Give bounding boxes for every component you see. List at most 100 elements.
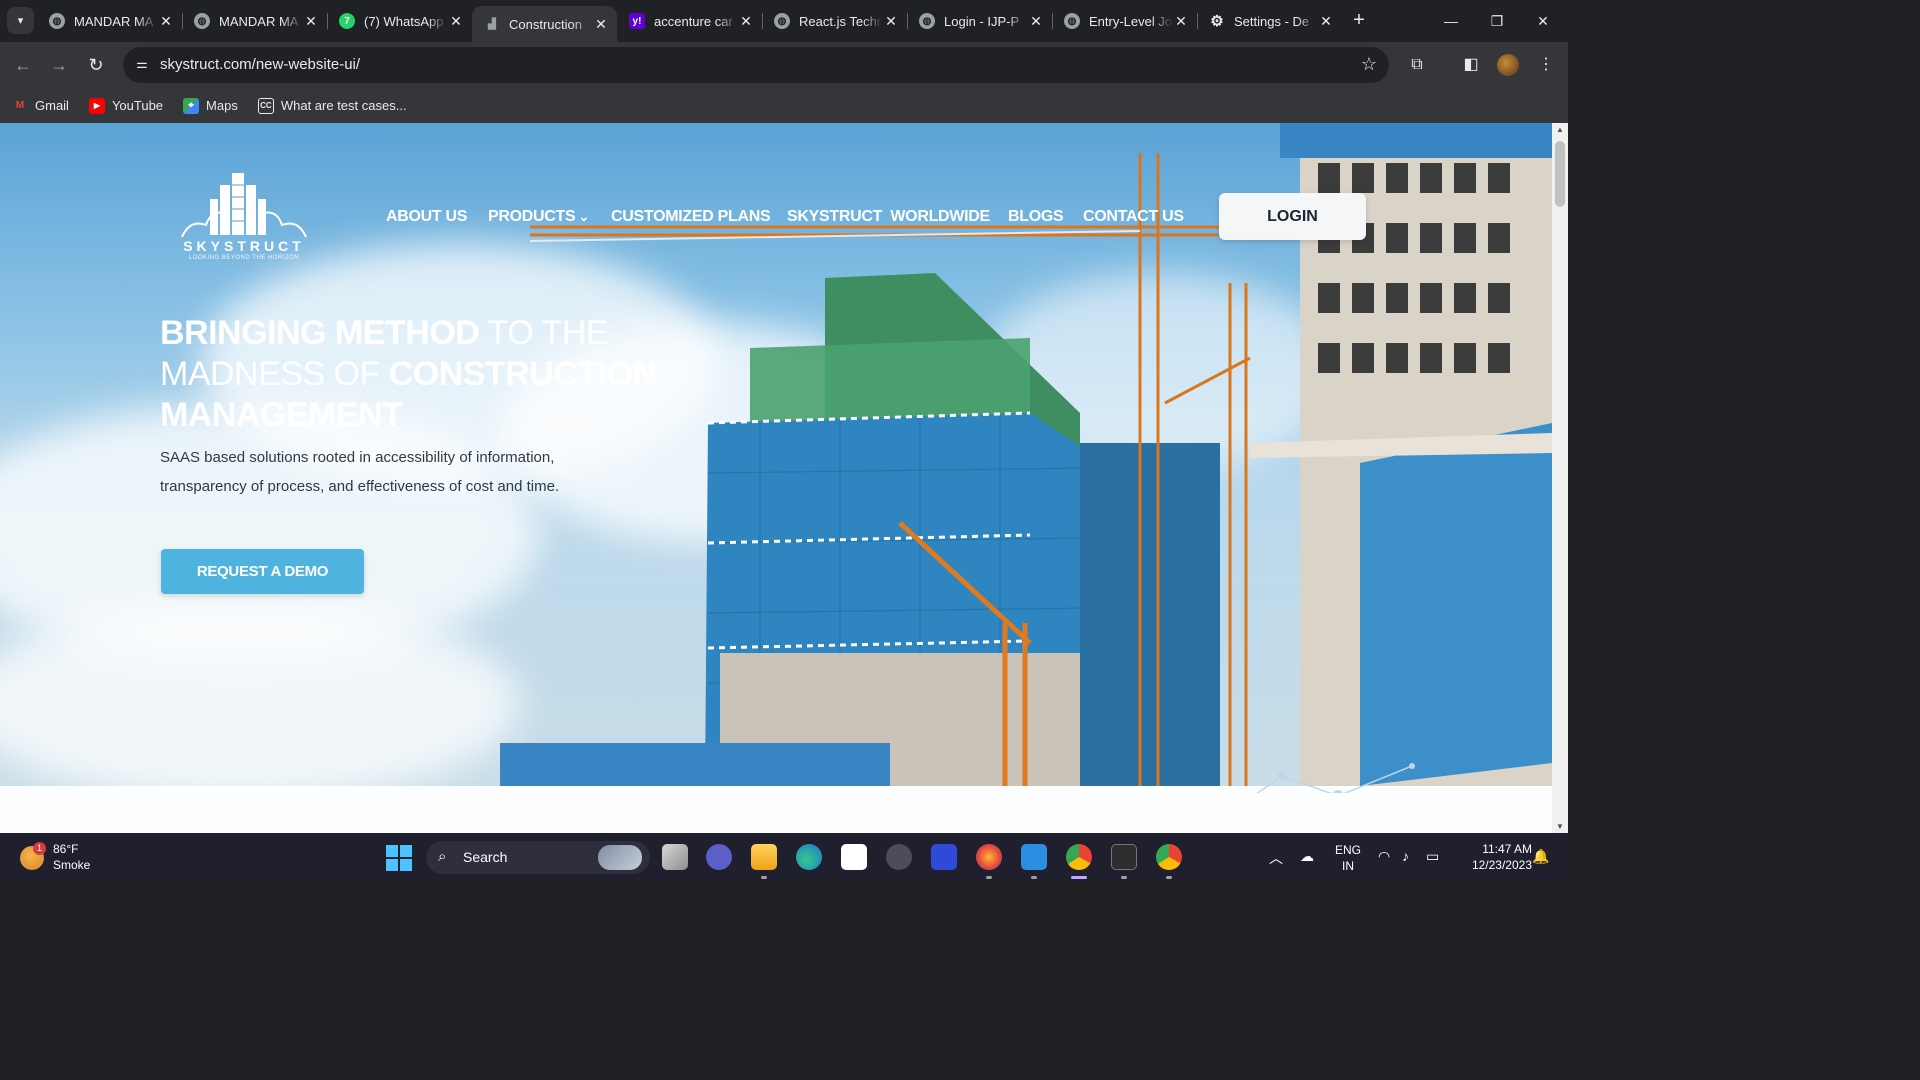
search-label: Search — [463, 849, 508, 865]
side-panel-icon[interactable]: ◧ — [1458, 52, 1484, 78]
active-indicator — [1071, 876, 1087, 879]
browser-tab[interactable]: ◍ React.js Techr ✕ — [762, 6, 907, 36]
whatsapp-icon: 7 — [339, 13, 355, 29]
restore-button[interactable]: ❐ — [1474, 6, 1520, 36]
close-icon[interactable]: ✕ — [448, 13, 464, 30]
notification-bell-icon[interactable]: 🔔 — [1532, 848, 1549, 865]
blue-net-facade — [1360, 423, 1552, 786]
chevron-down-icon: ⌄ — [578, 209, 589, 224]
bookmark-maps[interactable]: ⌖ Maps — [183, 97, 238, 114]
tab-search-button[interactable]: ▾ — [7, 7, 34, 34]
vscode-icon[interactable] — [1021, 844, 1047, 870]
chrome-icon[interactable] — [1066, 844, 1092, 870]
close-icon[interactable]: ✕ — [1318, 13, 1334, 30]
taskbar-search[interactable]: ⌕ Search — [426, 841, 650, 874]
new-tab-button[interactable]: + — [1348, 9, 1370, 31]
close-icon[interactable]: ✕ — [158, 13, 174, 30]
chevron-up-icon[interactable]: ︿ — [1269, 848, 1283, 868]
globe-icon: ◍ — [774, 13, 790, 29]
running-indicator — [1121, 876, 1127, 879]
scroll-up-arrow-icon[interactable]: ▲ — [1552, 125, 1568, 134]
teams-chat-icon[interactable] — [706, 844, 732, 870]
browser-tab[interactable]: ⚙ Settings - De ✕ — [1197, 6, 1342, 36]
bookmark-gmail[interactable]: M Gmail — [12, 98, 69, 114]
browser-tab[interactable]: ◍ MANDAR MA ✕ — [37, 6, 182, 36]
battery-icon[interactable]: ▭ — [1426, 848, 1439, 865]
app-icon[interactable] — [931, 844, 957, 870]
green-scaffold-building — [750, 338, 1030, 423]
scroll-thumb[interactable] — [1555, 141, 1565, 207]
next-section — [0, 763, 1552, 833]
extensions-icon[interactable]: ⧉ — [1404, 52, 1430, 78]
minimize-button[interactable]: — — [1428, 6, 1474, 36]
browser-tab-active[interactable]: ▟ Construction ✕ — [472, 6, 617, 42]
bookmark-youtube[interactable]: ▶ YouTube — [88, 97, 163, 114]
nav-contact-us[interactable]: CONTACT US — [1083, 208, 1184, 226]
edge-icon[interactable] — [796, 844, 822, 870]
site-info-icon[interactable]: ⚌ — [133, 56, 151, 74]
weather-badge: 1 — [33, 842, 46, 855]
back-button[interactable]: ← — [9, 51, 37, 79]
login-button[interactable]: LOGIN — [1219, 193, 1366, 240]
nav-about-us[interactable]: ABOUT US — [386, 208, 467, 226]
address-bar[interactable]: ⚌ skystruct.com/new-website-ui/ ☆ — [123, 47, 1389, 83]
close-icon[interactable]: ✕ — [303, 13, 319, 30]
clock-time[interactable]: 11:47 AM — [1452, 842, 1532, 856]
close-icon[interactable]: ✕ — [593, 16, 609, 33]
globe-icon: ◍ — [1064, 13, 1080, 29]
language-indicator[interactable]: ENG — [1333, 843, 1363, 857]
scroll-down-arrow-icon[interactable]: ▼ — [1552, 822, 1568, 831]
nav-skystruct-worldwide[interactable]: SKYSTRUCT WORLDWIDE — [787, 208, 990, 226]
windows-taskbar: 1 86°F Smoke ⌕ Search ︿ ☁ ENG IN ◠ ♪ ▭ 1… — [0, 833, 1568, 882]
browser-toolbar: ← → ↻ ⚌ skystruct.com/new-website-ui/ ☆ … — [0, 42, 1568, 88]
close-icon[interactable]: ✕ — [1028, 13, 1044, 30]
nav-blogs[interactable]: BLOGS — [1008, 208, 1064, 226]
bookmark-label: Gmail — [35, 98, 69, 113]
maps-icon: ⌖ — [183, 97, 200, 114]
language-region[interactable]: IN — [1333, 859, 1363, 873]
firefox-icon[interactable] — [976, 844, 1002, 870]
tab-title: (7) WhatsApp — [364, 13, 444, 29]
windows-start-icon[interactable] — [386, 845, 412, 871]
close-icon[interactable]: ✕ — [738, 13, 754, 30]
browser-tab[interactable]: ◍ Entry-Level Jo ✕ — [1052, 6, 1197, 36]
onedrive-icon[interactable]: ☁ — [1300, 848, 1314, 865]
page-viewport: SKYSTRUCT LOOKING BEYOND THE HORIZON ABO… — [0, 123, 1552, 833]
microsoft-store-icon[interactable] — [841, 844, 867, 870]
terminal-icon[interactable] — [1111, 844, 1137, 870]
reload-button[interactable]: ↻ — [82, 51, 110, 79]
page-scrollbar[interactable]: ▲ ▼ — [1552, 123, 1568, 833]
nav-products[interactable]: PRODUCTS ⌄ — [488, 208, 589, 226]
close-icon[interactable]: ✕ — [883, 13, 899, 30]
menu-icon[interactable]: ⋮ — [1533, 52, 1559, 78]
search-highlight-image — [598, 845, 642, 870]
volume-icon[interactable]: ♪ — [1402, 848, 1409, 864]
file-explorer-icon[interactable] — [751, 844, 777, 870]
browser-tab[interactable]: ◍ MANDAR MA ✕ — [182, 6, 327, 36]
blue-net-building — [1080, 443, 1220, 786]
tab-title: accenture car — [654, 13, 733, 29]
bookmark-star-icon[interactable]: ☆ — [1361, 54, 1377, 75]
wifi-icon[interactable]: ◠ — [1378, 848, 1390, 865]
browser-tab[interactable]: ◍ Login - IJP-P ✕ — [907, 6, 1052, 36]
headline-bold-1: BRINGING METHOD — [160, 314, 480, 352]
profile-avatar[interactable] — [1497, 54, 1519, 76]
nav-products-label: PRODUCTS — [488, 208, 576, 225]
cc-icon: CC — [257, 97, 274, 114]
forward-button[interactable]: → — [45, 51, 73, 79]
browser-tab[interactable]: y! accenture car ✕ — [617, 6, 762, 36]
task-view-icon[interactable] — [662, 844, 688, 870]
weather-description[interactable]: Smoke — [53, 858, 90, 872]
request-demo-button[interactable]: REQUEST A DEMO — [161, 549, 364, 594]
nav-customized-plans[interactable]: CUSTOMIZED PLANS — [611, 208, 771, 226]
chrome-profile-icon[interactable] — [1156, 844, 1182, 870]
close-icon[interactable]: ✕ — [1173, 13, 1189, 30]
running-indicator — [986, 876, 992, 879]
weather-temperature[interactable]: 86°F — [53, 842, 78, 856]
close-window-button[interactable]: ✕ — [1520, 6, 1566, 36]
app-icon[interactable] — [886, 844, 912, 870]
browser-tab[interactable]: 7 (7) WhatsApp ✕ — [327, 6, 472, 36]
bookmark-test-cases[interactable]: CC What are test cases... — [257, 97, 407, 114]
url-text[interactable]: skystruct.com/new-website-ui/ — [160, 56, 360, 73]
clock-date[interactable]: 12/23/2023 — [1452, 858, 1532, 872]
